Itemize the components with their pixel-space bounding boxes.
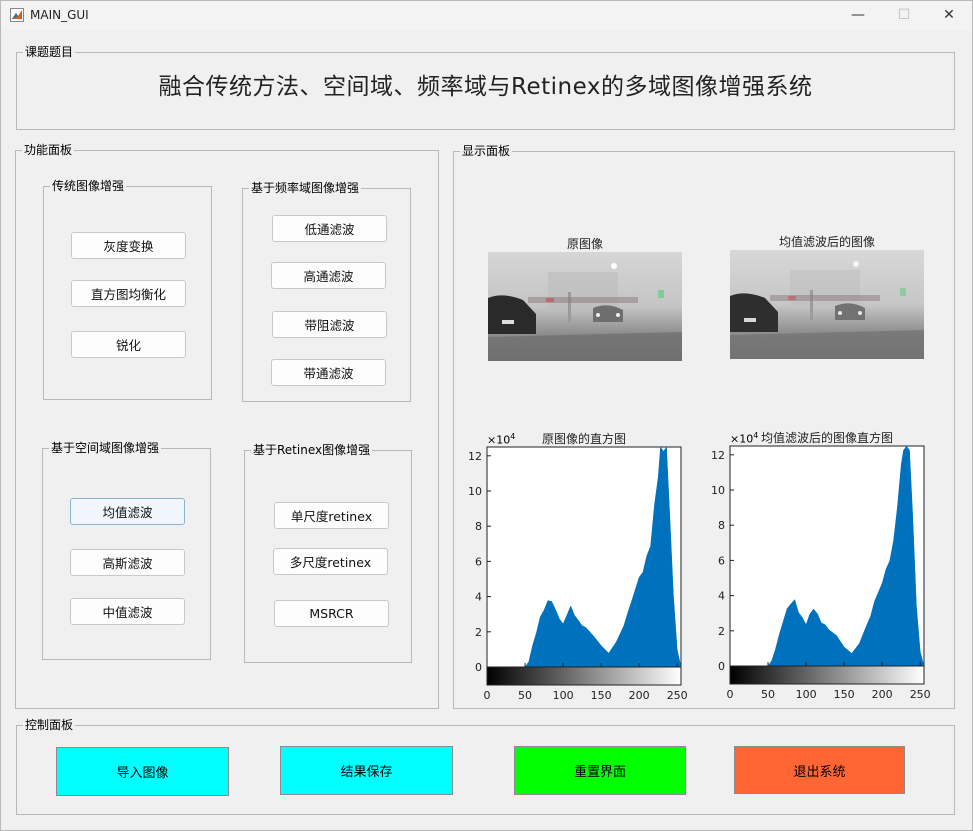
frequency-group-title: 基于频率域图像增强 [249, 181, 362, 195]
maximize-icon: ☐ [897, 7, 911, 23]
grayscale-colorbar [729, 665, 925, 685]
y-tick-label: 12 [711, 449, 725, 462]
topic-panel-title: 课题题目 [23, 45, 76, 59]
histogram-equalization-button[interactable]: 直方图均衡化 [71, 280, 186, 307]
x-tick-label: 0 [484, 689, 491, 702]
x-tick-label: 50 [518, 689, 532, 702]
y-tick-label: 6 [475, 555, 482, 568]
y-tick-label: 6 [718, 554, 725, 567]
sharpen-button[interactable]: 锐化 [71, 331, 186, 358]
y-tick-label: 10 [711, 484, 725, 497]
retinex-group-title: 基于Retinex图像增强 [251, 443, 373, 457]
y-tick-label: 4 [718, 590, 725, 603]
y-tick-label: 0 [718, 660, 725, 673]
x-tick-label: 200 [629, 689, 650, 702]
hist-original-chart: 0 2 4 6 8 10 12 0 50 100 150 200 250 [468, 446, 688, 702]
title-bar [0, 0, 973, 30]
display-panel-title: 显示面板 [460, 144, 513, 158]
exit-system-button[interactable]: 退出系统 [734, 746, 905, 794]
x-tick-label: 0 [727, 688, 734, 701]
exponent-power: 4 [510, 432, 516, 441]
x-tick-label: 100 [553, 689, 574, 702]
y-tick-label: 10 [468, 485, 482, 498]
import-image-button[interactable]: 导入图像 [56, 747, 229, 796]
lowpass-filter-button[interactable]: 低通滤波 [272, 215, 387, 242]
minimize-icon: — [851, 7, 865, 23]
x-tick-label: 250 [910, 688, 931, 701]
multi-scale-retinex-button[interactable]: 多尺度retinex [273, 548, 388, 575]
y-tick-label: 4 [475, 591, 482, 604]
processed-image [730, 250, 924, 359]
grayscale-colorbar [486, 666, 682, 686]
bandstop-filter-button[interactable]: 带阻滤波 [272, 311, 387, 338]
x-tick-label: 250 [667, 689, 688, 702]
y-tick-label: 8 [718, 519, 725, 532]
x-tick-label: 150 [834, 688, 855, 701]
single-scale-retinex-button[interactable]: 单尺度retinex [274, 502, 389, 529]
gaussian-filter-button[interactable]: 高斯滤波 [70, 549, 185, 576]
processed-image-title: 均值滤波后的图像 [778, 235, 875, 249]
spatial-group-title: 基于空间域图像增强 [49, 441, 162, 455]
minimize-button[interactable]: — [835, 0, 881, 30]
y-tick-label: 12 [468, 450, 482, 463]
exponent-power: 4 [753, 431, 759, 440]
median-filter-button[interactable]: 中值滤波 [70, 598, 185, 625]
window-title: MAIN_GUI [30, 8, 89, 22]
y-tick-label: 2 [718, 625, 725, 638]
matlab-app-icon [10, 8, 24, 22]
reset-interface-button[interactable]: 重置界面 [514, 746, 686, 795]
x-tick-label: 200 [872, 688, 893, 701]
traditional-group-title: 传统图像增强 [50, 179, 127, 193]
y-tick-label: 2 [475, 626, 482, 639]
y-tick-label: 8 [475, 520, 482, 533]
save-result-button[interactable]: 结果保存 [280, 746, 453, 795]
control-panel-title: 控制面板 [23, 718, 76, 732]
hist-processed-chart: 0 2 4 6 8 10 12 0 50 100 150 200 250 [711, 445, 931, 701]
x-tick-label: 50 [761, 688, 775, 701]
original-image [488, 252, 682, 361]
maximize-button[interactable]: ☐ [881, 0, 927, 30]
original-image-title: 原图像 [566, 237, 603, 251]
mean-filter-button[interactable]: 均值滤波 [70, 498, 185, 525]
y-tick-label: 0 [475, 661, 482, 674]
topic-panel: 课题题目 融合传统方法、空间域、频率域与Retinex的多域图像增强系统 [16, 45, 955, 130]
close-button[interactable]: ✕ [926, 0, 972, 30]
x-tick-label: 150 [591, 689, 612, 702]
function-panel-title: 功能面板 [22, 143, 75, 157]
msrcr-button[interactable]: MSRCR [274, 600, 389, 627]
highpass-filter-button[interactable]: 高通滤波 [271, 262, 386, 289]
gray-transform-button[interactable]: 灰度变换 [71, 232, 186, 259]
close-icon: ✕ [943, 7, 955, 23]
bandpass-filter-button[interactable]: 带通滤波 [271, 359, 386, 386]
page-title: 融合传统方法、空间域、频率域与Retinex的多域图像增强系统 [158, 74, 813, 100]
x-tick-label: 100 [796, 688, 817, 701]
